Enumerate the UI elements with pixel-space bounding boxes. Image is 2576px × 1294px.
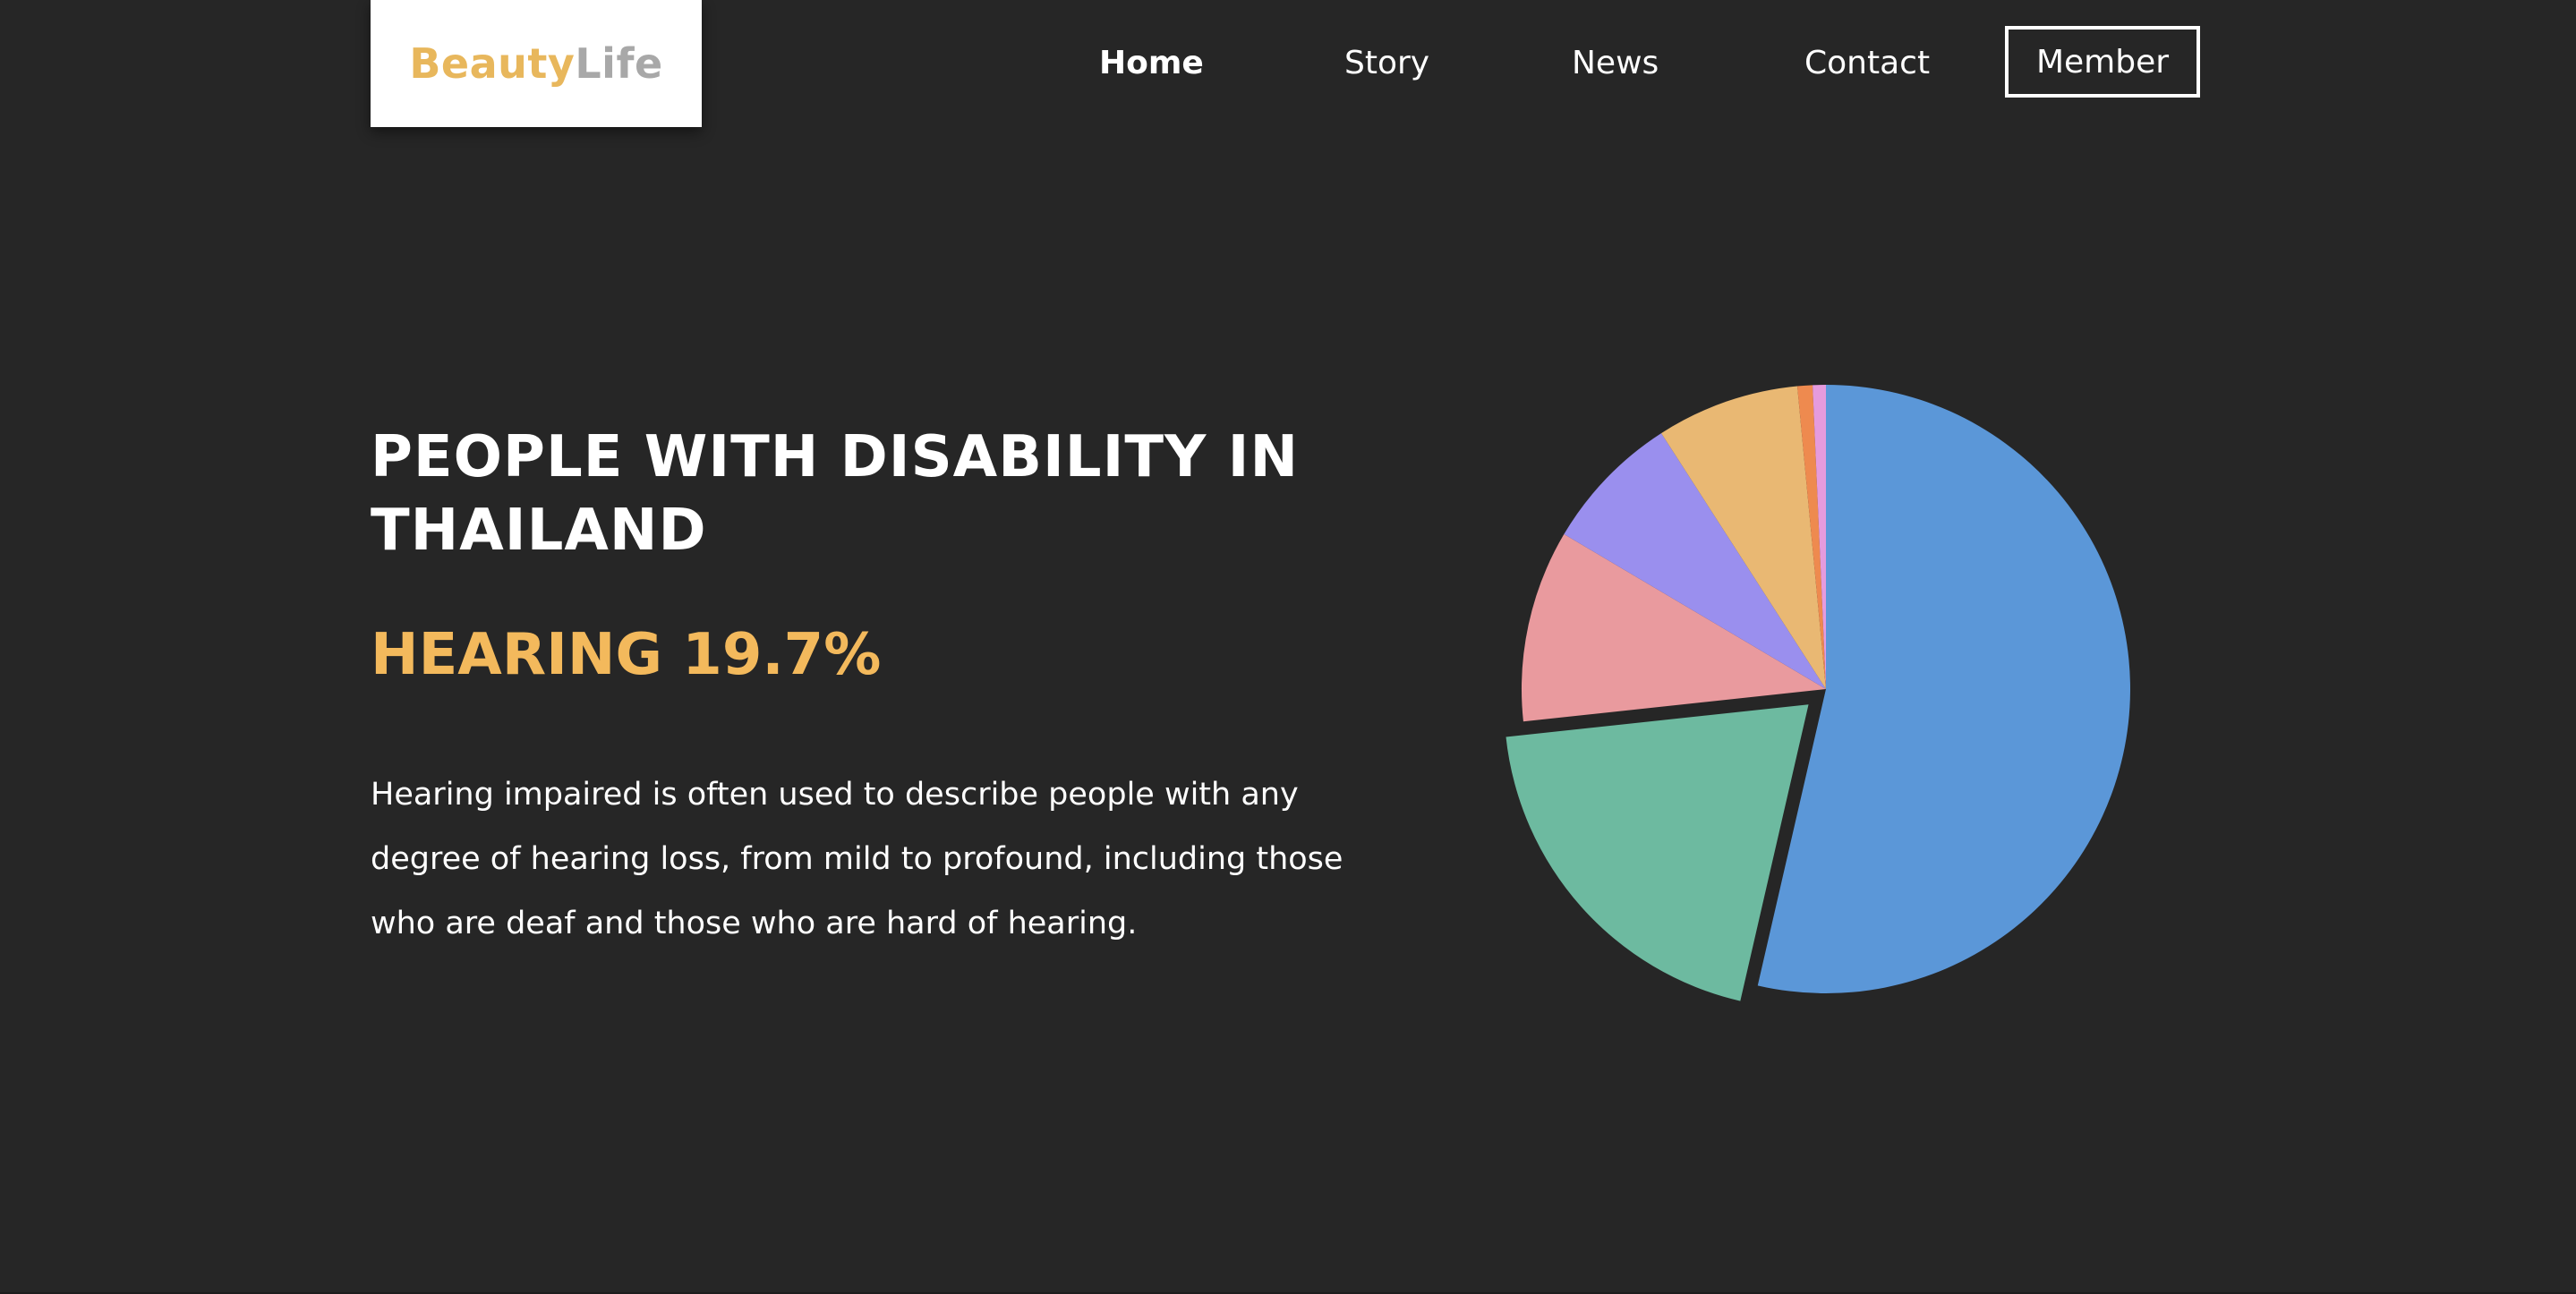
highlight-stat: HEARING 19.7% [371,622,882,688]
nav-item-home[interactable]: Home [1099,26,1204,101]
member-button[interactable]: Member [2005,26,2200,98]
brand-logo[interactable]: Beauty Life [371,0,702,127]
brand-name-part1: Beauty [409,39,576,88]
description-text: Hearing impaired is often used to descri… [371,777,1343,941]
page: Beauty Life Home Story News Contact Membe… [0,0,2576,1294]
pie-slice-2 [1506,704,1809,1001]
nav-item-story[interactable]: Story [1344,26,1429,101]
nav-item-contact[interactable]: Contact [1804,26,1930,101]
disability-pie-chart [1506,385,2130,1001]
nav-item-news[interactable]: News [1572,26,1659,101]
brand-name-part2: Life [575,39,663,88]
pie-slices [1506,385,2130,1001]
page-title: PEOPLE WITH DISABILITY IN THAILAND [371,424,1300,564]
